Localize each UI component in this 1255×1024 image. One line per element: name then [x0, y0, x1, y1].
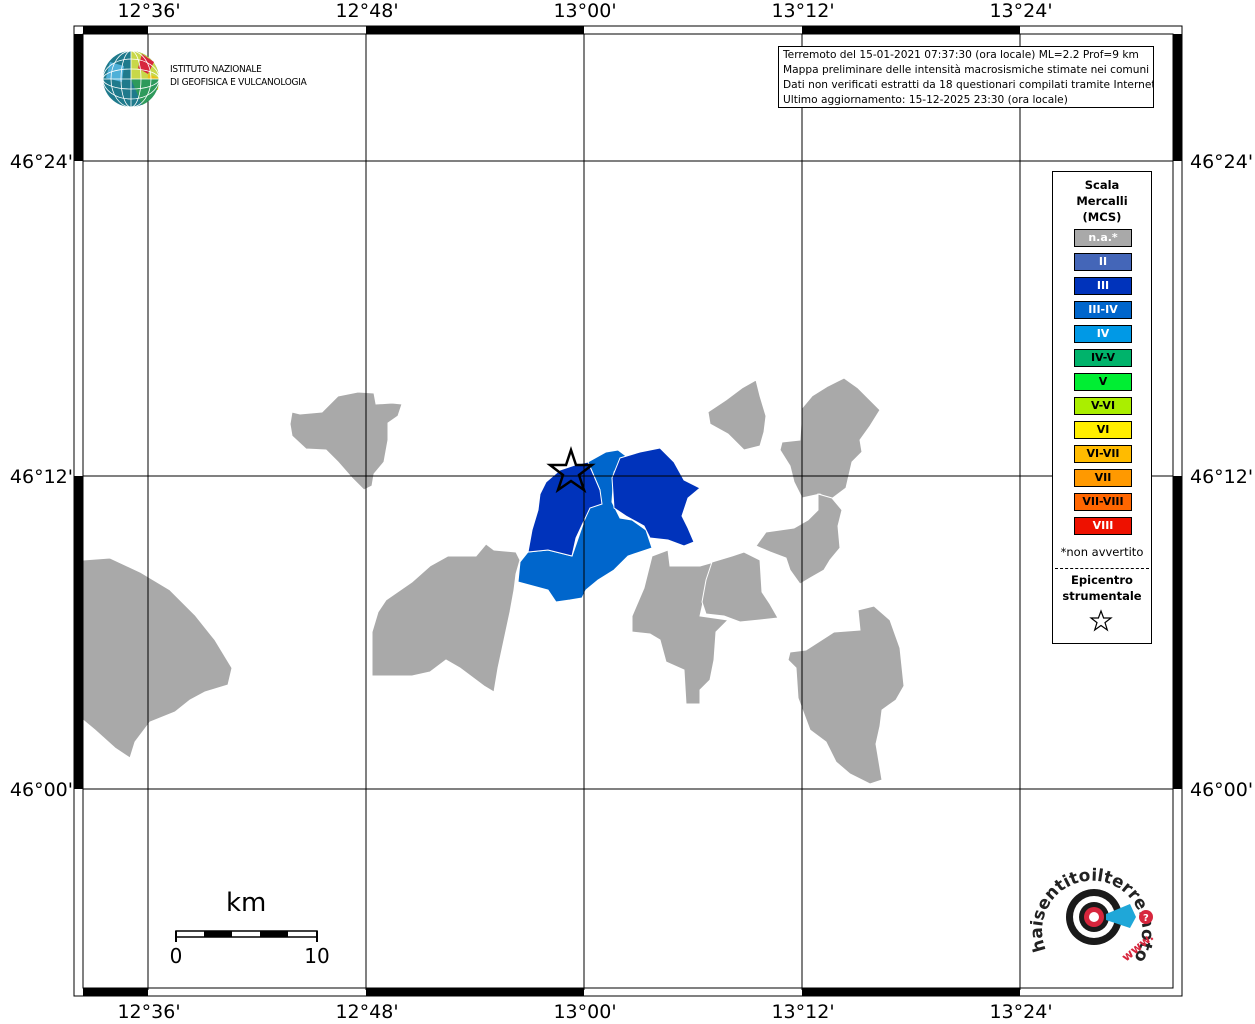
info-line-updated: Ultimo aggiornamento: 15-12-2025 23:30 (…: [783, 94, 1068, 106]
intensity-legend: Scala Mercalli (MCS) n.a.* II III III-IV IV I…: [1052, 171, 1152, 644]
event-info-box: Terremoto del 15-01-2021 07:37:30 (ora l…: [778, 46, 1154, 108]
municipality-gray: [82, 557, 233, 759]
lon-label-bottom: 13°12': [771, 1001, 835, 1023]
scale-unit-label: km: [226, 888, 267, 918]
scale-bar: [175, 930, 318, 942]
lon-label-bottom: 13°00': [553, 1001, 617, 1023]
legend-divider: [1055, 568, 1149, 569]
municipality-gray: [787, 605, 905, 785]
lon-label-top: 12°36': [117, 0, 181, 22]
info-line-data: Dati non verificati estratti da 18 quest…: [783, 79, 1154, 91]
ingv-line2: DI GEOFISICA E VULCANOLOGIA: [170, 77, 307, 88]
star-icon: [1089, 609, 1113, 632]
ingv-line1: ISTITUTO NAZIONALE: [170, 64, 262, 75]
lat-label-right: 46°00': [1190, 779, 1254, 801]
ingv-wordmark: ISTITUTO NAZIONALE DI GEOFISICA E VULCAN…: [170, 63, 307, 89]
municipalities: [82, 377, 905, 785]
legend-swatch-ii: II: [1074, 253, 1132, 271]
legend-swatch-vvi: V-VI: [1074, 397, 1132, 415]
lat-label-left: 46°24': [9, 151, 73, 173]
lon-label-top: 13°12': [771, 0, 835, 22]
lon-label-top: 12°48': [335, 0, 399, 22]
lat-label-left: 46°12': [9, 466, 73, 488]
municipality-gray: [707, 379, 767, 451]
legend-swatch-viiviii: VII-VIII: [1074, 493, 1132, 511]
legend-swatch-iiiiv: III-IV: [1074, 301, 1132, 319]
lon-label-bottom: 12°48': [335, 1001, 399, 1023]
svg-text:?: ?: [1143, 913, 1149, 924]
legend-title-line2: Mercalli: [1076, 194, 1128, 208]
lon-label-bottom: 12°36': [117, 1001, 181, 1023]
info-line-event: Terremoto del 15-01-2021 07:37:30 (ora l…: [783, 49, 1139, 61]
legend-title-line1: Scala: [1084, 178, 1120, 192]
legend-swatch-vi: VI: [1074, 421, 1132, 439]
municipality-gray: [289, 391, 403, 491]
legend-epicentre-label: Epicentro strumentale: [1053, 572, 1151, 604]
lat-label-right: 46°12': [1190, 466, 1254, 488]
legend-note: *non avvertito: [1060, 545, 1144, 559]
legend-swatch-iv: IV: [1074, 325, 1132, 343]
legend-swatch-vii: VII: [1074, 469, 1132, 487]
ingv-globe-logo: [102, 50, 160, 108]
legend-swatch-na: n.a.*: [1074, 229, 1132, 247]
municipality-gray: [371, 543, 521, 693]
legend-epicentre-line1: Epicentro: [1071, 573, 1133, 587]
legend-swatch-vivii: VI-VII: [1074, 445, 1132, 463]
scale-min-label: 0: [169, 944, 183, 968]
lon-label-top: 13°24': [989, 0, 1053, 22]
legend-swatch-v: V: [1074, 373, 1132, 391]
info-line-map: Mappa preliminare delle intensità macros…: [783, 64, 1150, 76]
legend-swatch-viii: VIII: [1074, 517, 1132, 535]
lat-label-right: 46°24': [1190, 151, 1254, 173]
legend-swatch-iii: III: [1074, 277, 1132, 295]
legend-epicentre-line2: strumentale: [1062, 589, 1142, 603]
scale-max-label: 10: [304, 944, 330, 968]
municipality-gray: [779, 377, 881, 501]
legend-title: Scala Mercalli (MCS): [1053, 177, 1151, 225]
municipality-gray: [755, 493, 843, 585]
haisentito-logo: haisentitoilterremoto.it ? www.: [1030, 862, 1157, 966]
lon-label-top: 13°00': [553, 0, 617, 22]
municipality-gray: [701, 551, 779, 623]
lat-label-left: 46°00': [9, 779, 73, 801]
legend-swatch-ivv: IV-V: [1074, 349, 1132, 367]
map-figure: 12°36' 12°48' 13°00' 13°12' 13°24' 12°36…: [0, 0, 1255, 1024]
legend-title-line3: (MCS): [1082, 210, 1122, 224]
lon-label-bottom: 13°24': [989, 1001, 1053, 1023]
